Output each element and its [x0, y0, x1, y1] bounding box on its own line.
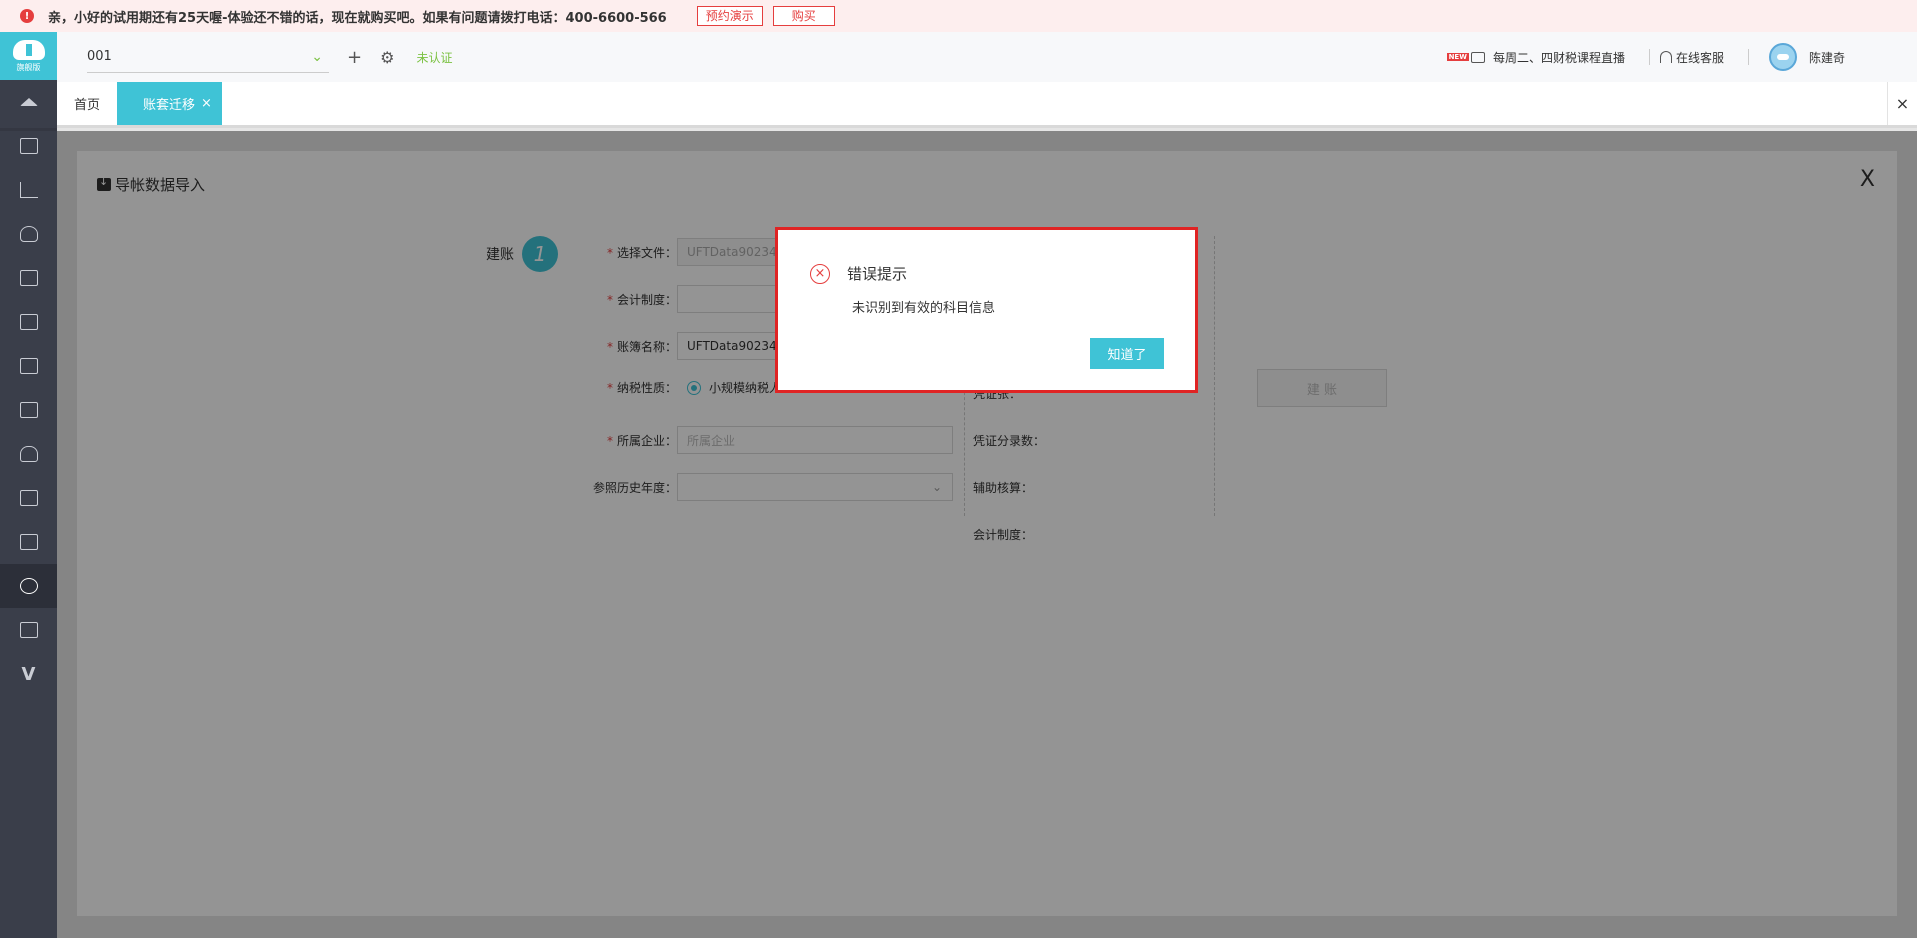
trial-message: 亲，小好的试用期还有25天喔-体验还不错的话，现在就购买吧。如果有问题请拨打电话…: [48, 10, 667, 26]
money-bag-icon: [19, 226, 38, 242]
sidebar-item-video[interactable]: [0, 608, 57, 652]
sidebar-item-invoice[interactable]: [0, 344, 57, 388]
user-menu[interactable]: 陈建奇: [1768, 43, 1845, 71]
sidebar-item-vip[interactable]: V: [0, 652, 57, 696]
unverified-link[interactable]: 未认证: [416, 49, 452, 66]
header-divider: [1648, 49, 1650, 65]
salary-icon: [19, 446, 38, 462]
online-service-text: 在线客服: [1675, 50, 1724, 65]
dialog-title-row: × 错误提示: [810, 263, 907, 284]
sidebar-item-funds[interactable]: [0, 212, 57, 256]
book-demo-button[interactable]: 预约演示: [696, 6, 763, 26]
sidebar-item-settings[interactable]: [0, 564, 57, 608]
tab-account-migration[interactable]: 账套迁移 ×: [117, 82, 222, 125]
report-chart-icon: [19, 182, 38, 198]
logo-edition-label: 旗舰版: [16, 62, 41, 72]
dialog-title: 错误提示: [847, 265, 908, 283]
ok-button[interactable]: 知道了: [1090, 338, 1164, 369]
ledger-icon: [19, 270, 38, 286]
error-icon: ×: [810, 263, 830, 284]
user-name: 陈建奇: [1808, 50, 1845, 65]
header-right: NEW 每周二、四财税课程直播 在线客服 陈建奇: [1446, 32, 1917, 82]
tab-label: 账套迁移: [143, 98, 196, 113]
sidebar: 旗舰版 V: [0, 32, 57, 938]
archive-icon: [19, 534, 38, 550]
new-badge: NEW: [1446, 53, 1469, 61]
close-tab-icon[interactable]: ×: [201, 96, 212, 111]
sidebar-item-salary[interactable]: [0, 432, 57, 476]
tab-home[interactable]: 首页: [57, 82, 117, 125]
logo[interactable]: 旗舰版: [0, 32, 57, 80]
gear-icon[interactable]: ⚙: [380, 48, 394, 67]
close-all-tabs-icon[interactable]: ×: [1887, 82, 1917, 125]
voucher-icon: [19, 138, 38, 154]
assets-icon: [19, 402, 38, 418]
sidebar-item-analysis[interactable]: [0, 300, 57, 344]
live-course-text: 每周二、四财税课程直播: [1492, 50, 1625, 65]
avatar: [1768, 43, 1797, 71]
tax-icon: [19, 490, 38, 506]
sidebar-item-report[interactable]: [0, 168, 57, 212]
chevron-down-icon: ⌄: [311, 48, 323, 65]
v-icon: V: [21, 663, 36, 685]
trial-notice-bar: ! 亲，小好的试用期还有25天喔-体验还不错的话，现在就购买吧。如果有问题请拨打…: [0, 0, 1917, 32]
analysis-icon: [19, 314, 38, 330]
video-icon: [19, 622, 38, 638]
top-header: 001 ⌄ + ⚙ 未认证 NEW 每周二、四财税课程直播 在线客服 陈建奇: [57, 32, 1917, 82]
tv-icon: [1470, 51, 1485, 63]
sidebar-item-assets[interactable]: [0, 388, 57, 432]
cloud-logo-icon: [12, 39, 45, 60]
company-select[interactable]: 001 ⌄: [87, 41, 329, 73]
dialog-message: 未识别到有效的科目信息: [852, 301, 996, 316]
sidebar-item-tax[interactable]: [0, 476, 57, 520]
live-course-link[interactable]: NEW 每周二、四财税课程直播: [1446, 49, 1625, 66]
error-dialog: × 错误提示 未识别到有效的科目信息 知道了: [775, 227, 1198, 393]
sidebar-item-archive[interactable]: [0, 520, 57, 564]
sidebar-item-home[interactable]: [0, 80, 57, 124]
invoice-icon: [19, 358, 38, 374]
company-select-value: 001: [87, 49, 112, 64]
warning-icon: !: [20, 9, 34, 23]
online-service-link[interactable]: 在线客服: [1659, 49, 1724, 66]
add-icon[interactable]: +: [347, 47, 362, 68]
header-divider: [1747, 49, 1749, 65]
page-tabs: 首页 账套迁移 × ×: [57, 82, 1917, 128]
sidebar-item-ledger[interactable]: [0, 256, 57, 300]
settings-icon: [19, 578, 38, 594]
home-icon: [19, 98, 38, 106]
headset-icon: [1659, 51, 1672, 63]
buy-button[interactable]: 购买: [772, 6, 835, 26]
